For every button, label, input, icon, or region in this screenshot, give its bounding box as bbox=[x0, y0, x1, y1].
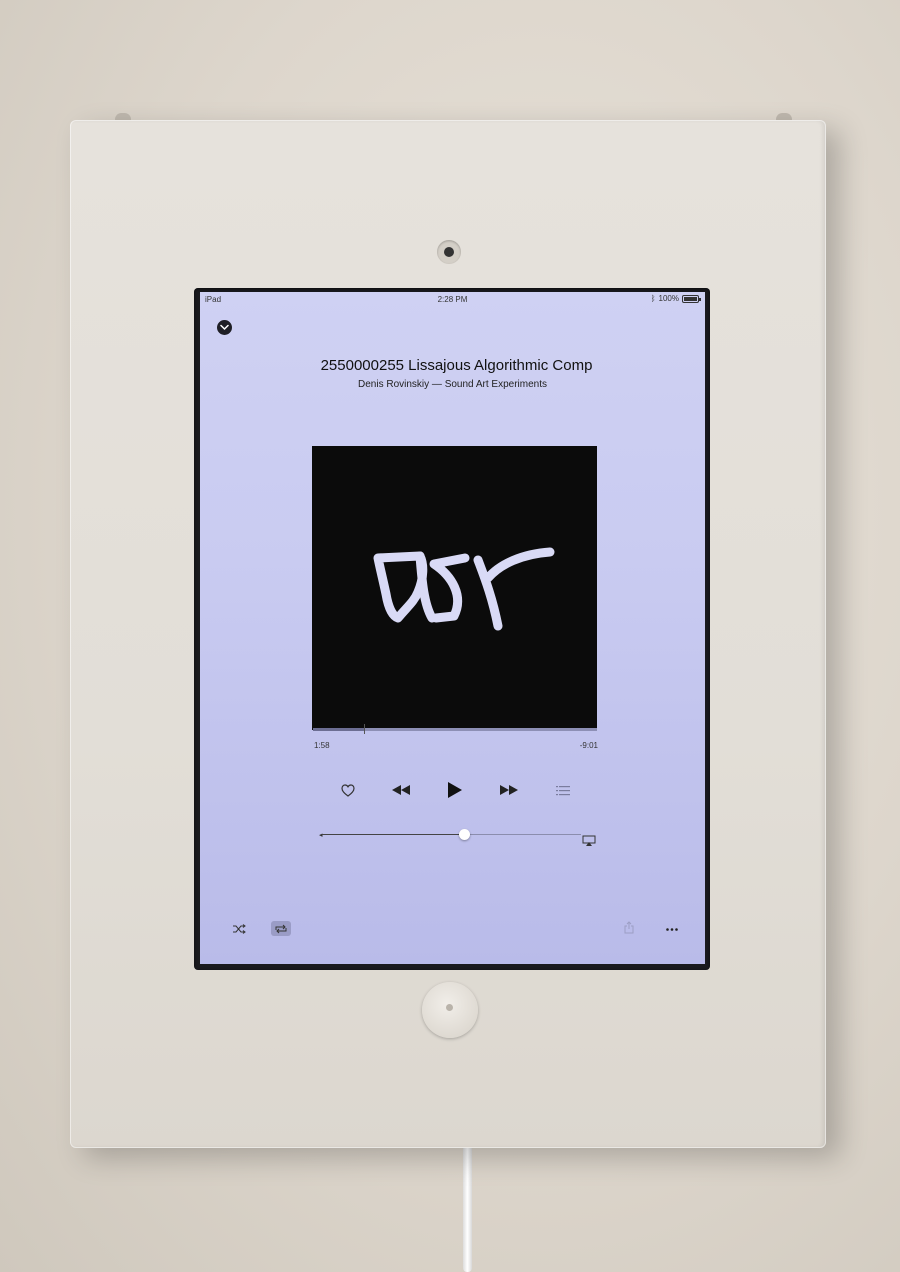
airplay-button[interactable] bbox=[582, 833, 596, 851]
battery-percent: 100% bbox=[658, 294, 679, 303]
volume-slider[interactable] bbox=[321, 829, 581, 841]
volume-fill bbox=[321, 834, 464, 835]
now-playing-screen: iPad 2:28 PM ᛒ 100% 2550000255 Lissajous… bbox=[200, 292, 705, 964]
track-progress-bar[interactable] bbox=[313, 724, 597, 734]
play-button[interactable] bbox=[442, 778, 468, 802]
more-icon bbox=[666, 928, 678, 931]
share-button[interactable] bbox=[624, 921, 634, 934]
shuffle-button[interactable] bbox=[232, 924, 246, 934]
play-icon bbox=[448, 782, 462, 798]
list-icon bbox=[556, 785, 570, 795]
love-button[interactable] bbox=[335, 778, 361, 802]
more-button[interactable] bbox=[666, 928, 678, 931]
front-camera bbox=[437, 240, 461, 264]
track-progress-fill bbox=[313, 728, 365, 731]
battery-icon bbox=[682, 294, 701, 303]
fast-forward-icon bbox=[500, 785, 518, 795]
airplay-icon bbox=[582, 835, 596, 846]
power-cable bbox=[463, 1145, 472, 1272]
collapse-player-button[interactable] bbox=[217, 320, 232, 335]
share-icon bbox=[624, 921, 634, 934]
artwork-logo bbox=[373, 547, 555, 631]
status-bar: iPad 2:28 PM ᛒ 100% bbox=[200, 292, 705, 306]
up-next-button[interactable] bbox=[550, 778, 576, 802]
rewind-icon bbox=[392, 785, 410, 795]
status-right: ᛒ 100% bbox=[650, 294, 701, 303]
remaining-time: -9:01 bbox=[579, 741, 598, 750]
status-time: 2:28 PM bbox=[437, 295, 468, 304]
chevron-down-icon bbox=[220, 324, 229, 331]
bluetooth-icon: ᛒ bbox=[650, 294, 656, 303]
shuffle-icon bbox=[233, 924, 246, 934]
home-button[interactable] bbox=[422, 982, 478, 1038]
track-artist-album: Denis Rovinskiy — Sound Art Experiments bbox=[358, 379, 547, 390]
repeat-icon bbox=[275, 924, 287, 933]
previous-track-button[interactable] bbox=[388, 778, 414, 802]
track-title: 2550000255 Lissajous Algorithmic Comp bbox=[320, 357, 593, 374]
track-progress-scrubber[interactable] bbox=[364, 724, 366, 734]
volume-thumb[interactable] bbox=[459, 829, 470, 840]
elapsed-time: 1:58 bbox=[314, 741, 330, 750]
album-artwork bbox=[312, 446, 597, 730]
next-track-button[interactable] bbox=[496, 778, 522, 802]
heart-icon bbox=[341, 783, 355, 797]
repeat-button[interactable] bbox=[271, 921, 291, 936]
